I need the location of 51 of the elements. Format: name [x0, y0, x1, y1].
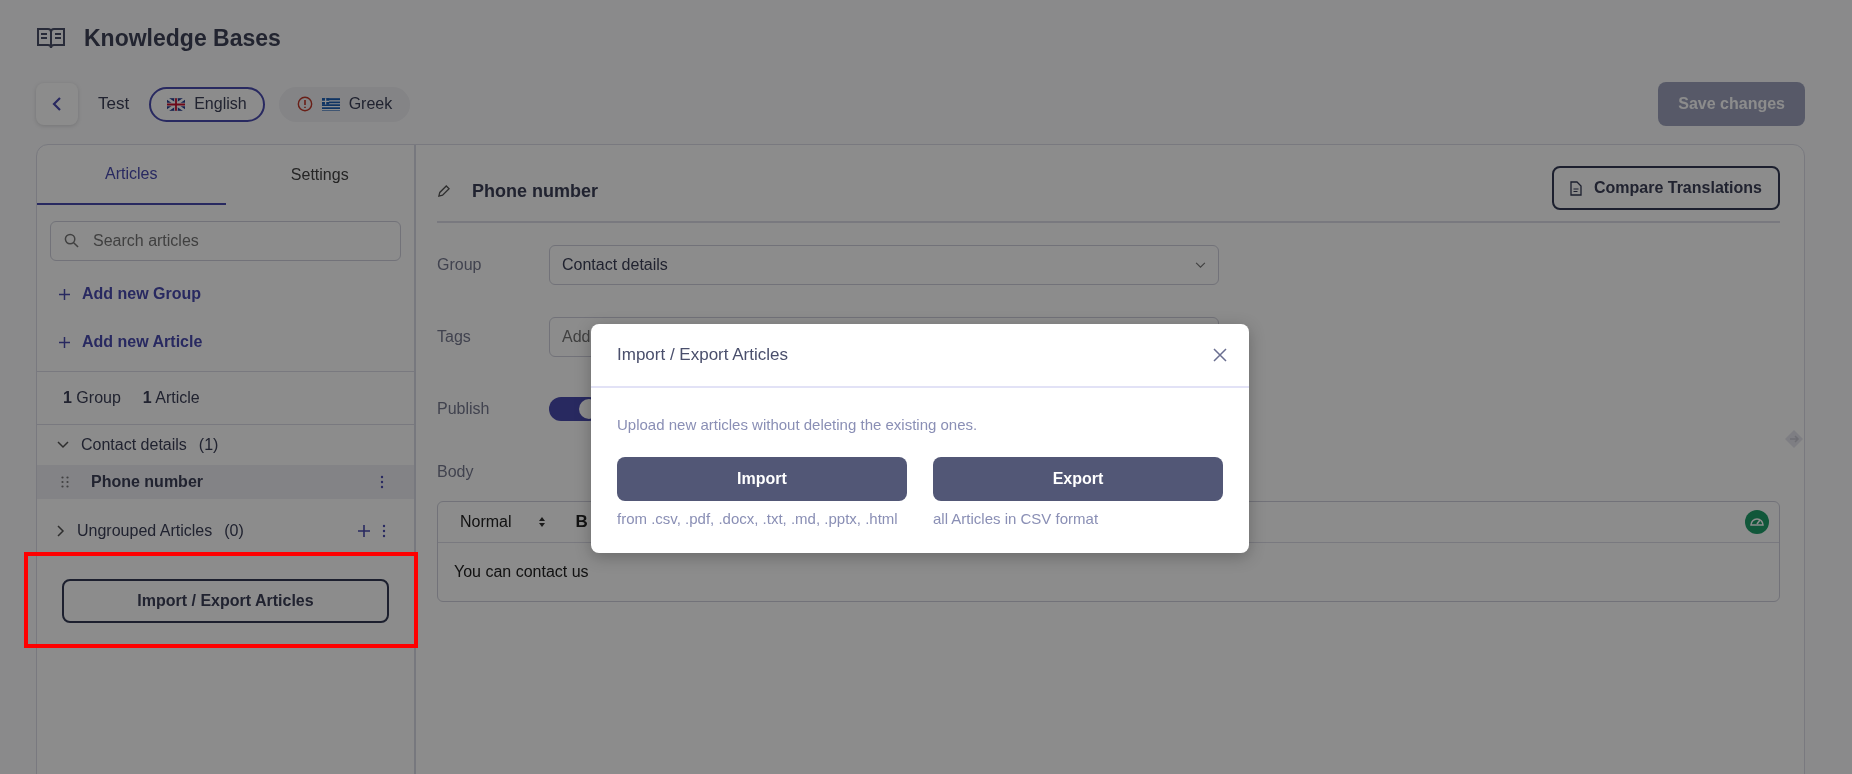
plus-icon: [59, 288, 70, 300]
page-title: Knowledge Bases: [84, 24, 281, 52]
article-row[interactable]: Phone number: [37, 465, 414, 499]
more-icon[interactable]: [380, 475, 384, 489]
dialog-option-button[interactable]: Export: [933, 457, 1223, 501]
chevron-left-icon: [52, 97, 62, 111]
knowledge-base-name: Test: [98, 94, 130, 114]
add-link[interactable]: Add new Article: [59, 333, 392, 351]
language-tab[interactable]: English: [149, 86, 265, 122]
option-caption: all Articles in CSV format: [933, 509, 1100, 529]
chevron-down-icon: [1195, 261, 1206, 269]
plus-icon[interactable]: [358, 525, 370, 537]
warning-icon: [296, 96, 313, 112]
document-icon: [1569, 180, 1582, 196]
sidebar-tab[interactable]: Articles: [37, 145, 226, 205]
chevron-right-icon: [57, 525, 65, 537]
option-caption: from .csv, .pdf, .docx, .txt, .md, .pptx, .html: [617, 509, 899, 529]
pencil-icon: [437, 184, 450, 198]
flag-icon: [321, 97, 340, 111]
language-tab[interactable]: Greek: [278, 86, 411, 122]
search-field[interactable]: Search articles: [50, 221, 401, 261]
dialog-description: Upload new articles without deleting the existing ones.: [617, 416, 979, 433]
group-select[interactable]: Contact details: [549, 245, 1219, 285]
drag-handle-icon: [61, 476, 69, 488]
group-row[interactable]: Contact details (1): [37, 425, 414, 465]
chevron-down-icon: [57, 441, 69, 449]
group-row[interactable]: Ungrouped Articles (0): [37, 511, 414, 551]
more-icon[interactable]: [382, 524, 386, 538]
sidebar-tab[interactable]: Settings: [225, 145, 414, 205]
article-title: Phone number: [472, 180, 598, 202]
plus-icon: [59, 336, 70, 348]
editor-text: You can contact us: [454, 563, 589, 581]
import-export-button[interactable]: Import / Export Articles: [62, 579, 389, 623]
add-link[interactable]: Add new Group: [59, 285, 392, 303]
count-label: 1 Article: [142, 389, 200, 407]
bold-button[interactable]: B: [569, 511, 594, 533]
book-icon: [36, 26, 66, 50]
field-label: Publish: [437, 400, 491, 418]
compare-translations-button[interactable]: Compare Translations: [1551, 166, 1780, 210]
count-label: 1 Group: [63, 389, 121, 407]
field-label: Tags: [437, 328, 472, 346]
close-icon[interactable]: [1213, 348, 1227, 362]
field-label: Group: [437, 256, 483, 274]
dialog-option-button[interactable]: Import: [617, 457, 907, 501]
dialog-title: Import / Export Articles: [617, 345, 788, 365]
field-label: Body: [437, 463, 475, 481]
flag-icon: [167, 97, 186, 111]
gauge-icon[interactable]: [1745, 510, 1769, 534]
search-icon: [64, 233, 79, 248]
sort-icon: [537, 516, 546, 528]
format-dropdown[interactable]: Normal: [454, 512, 552, 532]
